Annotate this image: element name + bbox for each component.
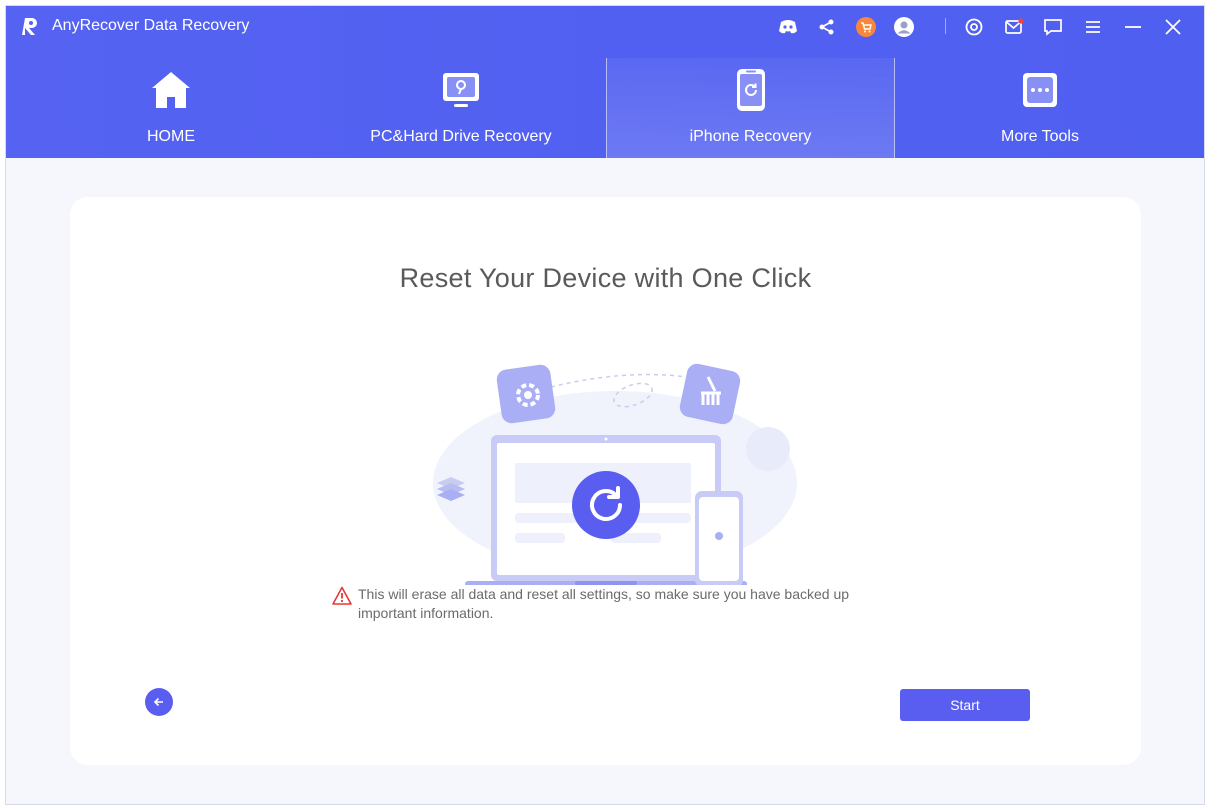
titlebar: AnyRecover Data Recovery xyxy=(6,6,1204,48)
cart-icon[interactable] xyxy=(855,16,877,38)
app-title: AnyRecover Data Recovery xyxy=(52,17,250,34)
tab-pc-hard-drive-recovery[interactable]: PC&Hard Drive Recovery xyxy=(316,58,606,158)
page-title: Reset Your Device with One Click xyxy=(399,263,812,293)
account-icon[interactable] xyxy=(893,16,915,38)
discord-icon[interactable] xyxy=(777,16,799,38)
arrow-left-icon xyxy=(153,697,163,707)
more-tools-icon xyxy=(1018,68,1062,112)
titlebar-divider xyxy=(945,18,946,34)
tab-home-label: HOME xyxy=(147,128,195,145)
iphone-icon xyxy=(729,68,773,112)
tab-iphone-label: iPhone Recovery xyxy=(689,128,812,145)
hard-drive-icon xyxy=(439,68,483,112)
tab-pc-label: PC&Hard Drive Recovery xyxy=(370,128,552,145)
minimize-icon[interactable] xyxy=(1122,16,1144,38)
header: AnyRecover Data Recovery HOME PC&Hard Dr… xyxy=(6,6,1204,158)
mail-icon[interactable] xyxy=(1003,16,1025,38)
app-logo-icon xyxy=(22,18,37,35)
warning-message: This will erase all data and reset all s… xyxy=(332,585,892,623)
tab-iphone-recovery[interactable]: iPhone Recovery xyxy=(606,58,895,158)
warning-icon xyxy=(332,586,352,605)
settings-icon[interactable] xyxy=(963,16,985,38)
feedback-icon[interactable] xyxy=(1042,16,1064,38)
warning-text: This will erase all data and reset all s… xyxy=(358,586,850,621)
tab-more-tools[interactable]: More Tools xyxy=(895,58,1185,158)
tab-more-tools-label: More Tools xyxy=(1001,128,1079,145)
menu-icon[interactable] xyxy=(1082,16,1104,38)
start-button[interactable]: Start xyxy=(900,689,1030,721)
close-icon[interactable] xyxy=(1162,16,1184,38)
content-card: Reset Your Device with One Click This wi… xyxy=(70,197,1141,765)
share-icon[interactable] xyxy=(816,16,838,38)
tab-home[interactable]: HOME xyxy=(26,58,316,158)
reset-device-illustration xyxy=(433,363,797,585)
back-button[interactable] xyxy=(145,688,173,716)
main-nav: HOME PC&Hard Drive Recovery iPhone Recov… xyxy=(6,58,1204,158)
app-window: AnyRecover Data Recovery HOME PC&Hard Dr… xyxy=(5,5,1205,805)
home-icon xyxy=(149,68,193,112)
